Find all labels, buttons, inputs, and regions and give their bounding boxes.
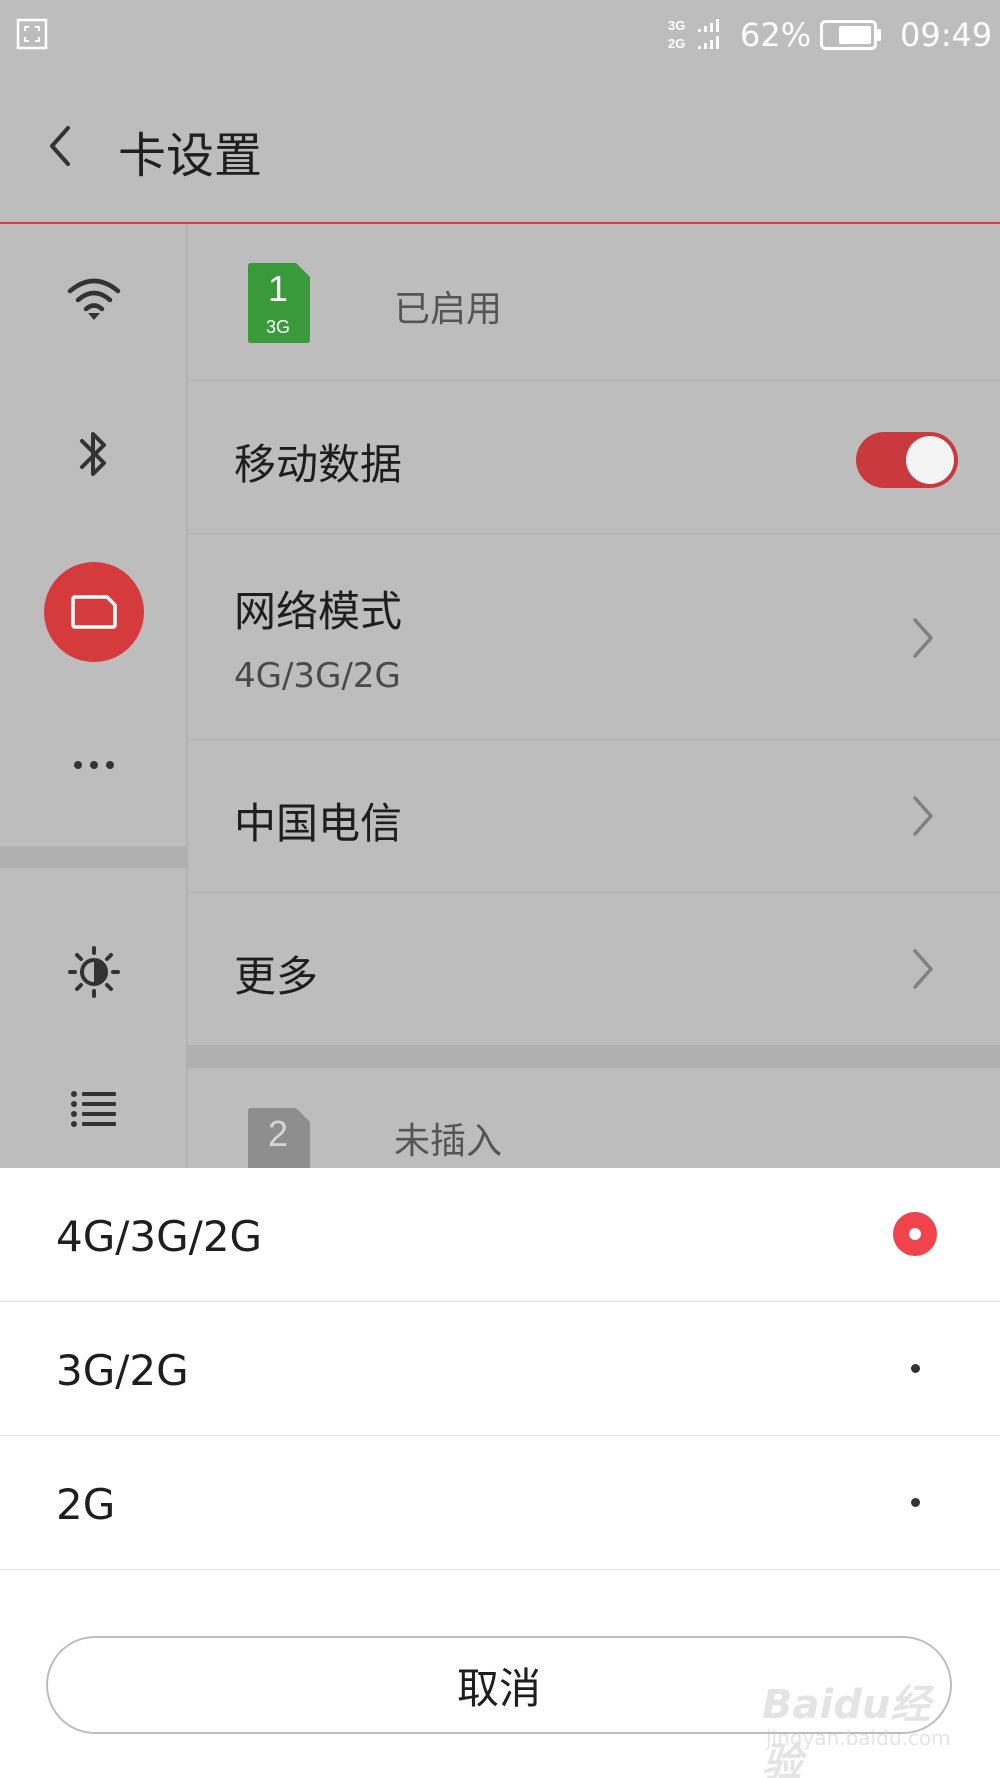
brightness-icon xyxy=(68,946,120,998)
sidebar-item-sim[interactable] xyxy=(0,537,188,687)
sim1-status: 已启用 xyxy=(394,289,503,330)
chevron-right-icon xyxy=(913,796,933,836)
network-type-bottom: 2G xyxy=(668,36,685,51)
network-mode-label: 网络模式 xyxy=(234,587,403,636)
more-label: 更多 xyxy=(234,952,319,1001)
option-label: 2G xyxy=(56,1480,116,1529)
sidebar-divider xyxy=(0,846,188,868)
radio-unselected[interactable] xyxy=(911,1364,920,1373)
option-label: 3G/2G xyxy=(56,1346,189,1395)
carrier-label: 中国电信 xyxy=(234,799,403,848)
network-mode-value: 4G/3G/2G xyxy=(234,656,401,696)
sidebar-item-display[interactable] xyxy=(0,911,188,1033)
watermark-url: jingyan.baidu.com xyxy=(766,1726,951,1750)
mobile-data-label: 移动数据 xyxy=(234,440,403,489)
status-bar: 3G 2G 62% 09:49 xyxy=(0,0,1000,72)
signal-icon: 3G 2G xyxy=(668,18,719,51)
page-title: 卡设置 xyxy=(118,128,263,184)
active-indicator xyxy=(44,562,144,662)
chevron-right-icon xyxy=(913,618,933,658)
baidu-watermark: Baidu经验 jingyan.baidu.com xyxy=(762,1672,952,1778)
sidebar-item-list[interactable] xyxy=(0,1054,188,1164)
more-row[interactable]: 更多 xyxy=(188,893,1000,1046)
watermark-text: Baidu经验 xyxy=(762,1682,931,1778)
sim1-card-icon: 1 3G xyxy=(248,263,310,343)
sim-card-icon xyxy=(71,595,117,629)
bluetooth-icon xyxy=(80,432,106,476)
sidebar-item-more[interactable] xyxy=(0,690,188,840)
sim1-header: 1 3G 已启用 xyxy=(188,224,1000,381)
sim2-number: 2 xyxy=(268,1113,288,1154)
sim1-number: 1 xyxy=(268,268,288,309)
settings-sidebar xyxy=(0,224,188,1168)
sidebar-item-wifi[interactable] xyxy=(0,224,188,374)
sim2-status: 未插入 xyxy=(394,1121,503,1162)
option-label: 4G/3G/2G xyxy=(56,1212,263,1261)
mobile-data-row[interactable]: 移动数据 xyxy=(188,381,1000,534)
sim1-network: 3G xyxy=(266,317,290,337)
radio-unselected[interactable] xyxy=(911,1498,920,1507)
battery-icon xyxy=(820,20,881,50)
network-type-top: 3G xyxy=(668,18,685,33)
app-header: 卡设置 xyxy=(0,72,1000,224)
sim-settings-panel: 1 3G 已启用 移动数据 网络模式 4G/3G/2G 中国电信 更多 2 未插… xyxy=(188,224,1000,1188)
back-arrow-icon[interactable] xyxy=(40,116,80,176)
battery-percent: 62% xyxy=(740,16,812,54)
mobile-data-toggle[interactable] xyxy=(856,432,958,488)
toggle-knob xyxy=(906,436,954,484)
carrier-row[interactable]: 中国电信 xyxy=(188,740,1000,893)
option-3g-2g[interactable]: 3G/2G xyxy=(0,1302,1000,1436)
network-mode-row[interactable]: 网络模式 4G/3G/2G xyxy=(188,534,1000,740)
more-icon xyxy=(74,761,114,769)
wifi-icon xyxy=(67,278,121,320)
screenshot-icon xyxy=(16,18,48,50)
radio-selected[interactable] xyxy=(893,1212,937,1256)
phone-screen: 3G 2G 62% 09:49 卡设置 1 3G 已启用 移动数据 网络模式 4… xyxy=(0,0,1000,1778)
sidebar-item-bluetooth[interactable] xyxy=(0,379,188,529)
section-divider xyxy=(188,1046,1000,1068)
clock: 09:49 xyxy=(900,16,993,54)
option-4g-3g-2g[interactable]: 4G/3G/2G xyxy=(0,1168,1000,1302)
option-2g[interactable]: 2G xyxy=(0,1436,1000,1570)
list-icon xyxy=(71,1091,116,1127)
chevron-right-icon xyxy=(913,949,933,989)
